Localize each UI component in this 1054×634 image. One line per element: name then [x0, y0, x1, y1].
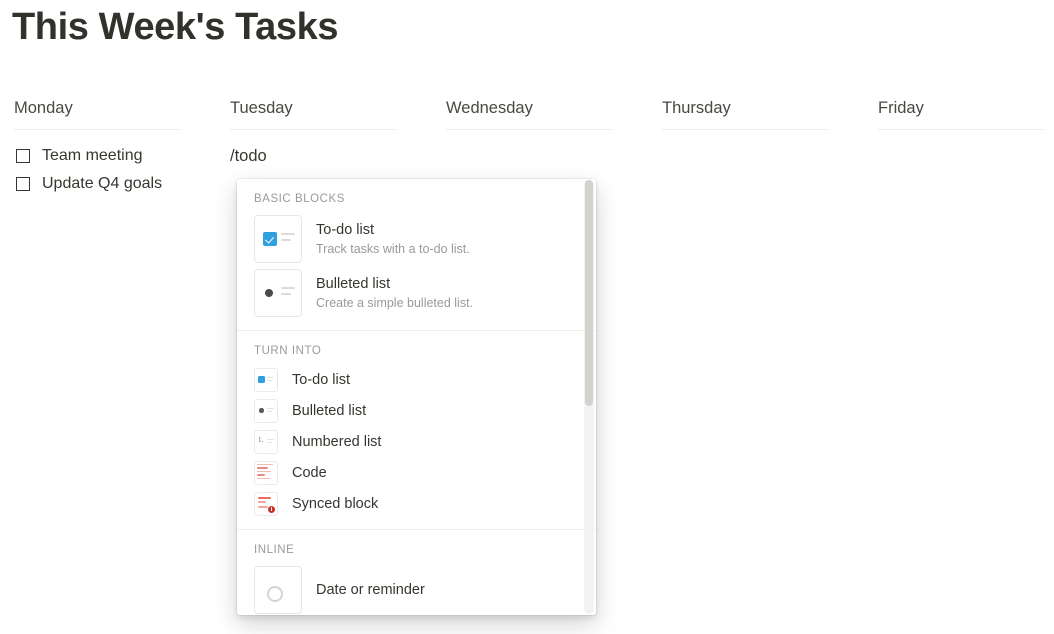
- turn-into-item-title: Numbered list: [292, 432, 381, 452]
- day-header-wednesday: Wednesday: [446, 98, 612, 130]
- day-header-friday: Friday: [878, 98, 1044, 130]
- turn-into-item-to-do-list[interactable]: To-do list: [237, 364, 596, 395]
- turn-into-item-code[interactable]: Code: [237, 457, 596, 488]
- menu-section-turn-into: TURN INTO To-do list Bulleted list 1.: [237, 330, 596, 529]
- day-body-friday[interactable]: [878, 130, 1044, 142]
- menu-item-to-do-list[interactable]: To-do list Track tasks with a to-do list…: [237, 212, 596, 266]
- turn-into-item-bulleted-list[interactable]: Bulleted list: [237, 395, 596, 426]
- menu-item-date-or-reminder[interactable]: Date or reminder: [237, 563, 596, 615]
- menu-item-description: Track tasks with a to-do list.: [316, 241, 470, 258]
- section-label-turn-into: TURN INTO: [237, 331, 596, 364]
- day-column-thursday: Thursday: [662, 98, 828, 198]
- todo-list-icon: [254, 368, 278, 392]
- turn-into-item-numbered-list[interactable]: 1. Numbered list: [237, 426, 596, 457]
- menu-item-description: Create a simple bulleted list.: [316, 295, 473, 312]
- day-column-monday: Monday Team meeting Update Q4 goals: [14, 98, 180, 198]
- day-header-thursday: Thursday: [662, 98, 828, 130]
- turn-into-item-title: Bulleted list: [292, 401, 366, 421]
- todo-item[interactable]: Update Q4 goals: [14, 170, 180, 198]
- menu-item-title: To-do list: [316, 221, 470, 240]
- slash-command-text[interactable]: /todo: [230, 142, 396, 170]
- synced-block-icon: [254, 492, 278, 516]
- day-body-tuesday: /todo: [230, 130, 396, 170]
- day-header-monday: Monday: [14, 98, 180, 130]
- checkbox-icon[interactable]: [16, 177, 30, 191]
- bulleted-list-icon: [254, 269, 302, 317]
- slash-command-menu[interactable]: BASIC BLOCKS To-do list Track tasks with…: [237, 179, 596, 615]
- menu-section-basic-blocks: BASIC BLOCKS To-do list Track tasks with…: [237, 179, 596, 330]
- menu-item-title: Bulleted list: [316, 275, 473, 294]
- section-label-basic-blocks: BASIC BLOCKS: [237, 179, 596, 212]
- turn-into-item-synced-block[interactable]: Synced block: [237, 488, 596, 519]
- date-reminder-icon: [254, 566, 302, 614]
- turn-into-item-title: Code: [292, 463, 327, 483]
- turn-into-item-title: Synced block: [292, 494, 378, 514]
- menu-scrollbar[interactable]: [584, 180, 594, 614]
- code-icon: [254, 461, 278, 485]
- day-body-thursday[interactable]: [662, 130, 828, 142]
- turn-into-item-title: To-do list: [292, 370, 350, 390]
- checkbox-icon[interactable]: [16, 149, 30, 163]
- bulleted-list-icon: [254, 399, 278, 423]
- numbered-list-icon: 1.: [254, 430, 278, 454]
- page-title: This Week's Tasks: [12, 4, 338, 52]
- section-label-inline: INLINE: [237, 530, 596, 563]
- day-body-monday: Team meeting Update Q4 goals: [14, 130, 180, 198]
- todo-label: Team meeting: [42, 148, 143, 164]
- menu-item-title: Date or reminder: [316, 581, 425, 600]
- day-column-friday: Friday: [878, 98, 1044, 198]
- menu-section-inline: INLINE Date or reminder: [237, 529, 596, 615]
- menu-scrollbar-thumb[interactable]: [585, 180, 593, 406]
- todo-list-icon: [254, 215, 302, 263]
- todo-label: Update Q4 goals: [42, 176, 162, 192]
- day-body-wednesday[interactable]: [446, 130, 612, 142]
- todo-item[interactable]: Team meeting: [14, 142, 180, 170]
- menu-item-bulleted-list[interactable]: Bulleted list Create a simple bulleted l…: [237, 266, 596, 320]
- slash-menu-scroll-area[interactable]: BASIC BLOCKS To-do list Track tasks with…: [237, 179, 596, 615]
- day-header-tuesday: Tuesday: [230, 98, 396, 130]
